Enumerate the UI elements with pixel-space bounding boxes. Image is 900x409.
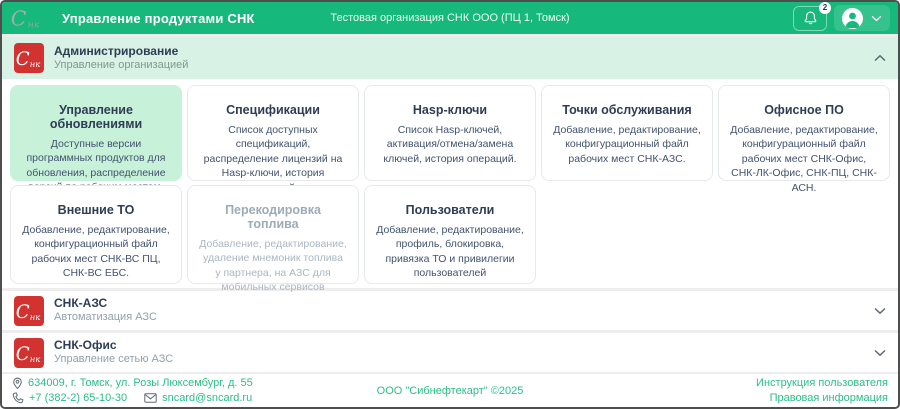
footer-phone-email-line: +7 (382-2) 65-10-30 sncard@sncard.ru	[12, 391, 253, 405]
section-snk-office[interactable]: С нк СНК-Офис Управление сетью АЗС	[2, 333, 898, 372]
card-specifications[interactable]: Спецификации Список доступных спецификац…	[187, 85, 359, 181]
chevron-up-icon[interactable]	[874, 54, 886, 62]
card-service-points[interactable]: Точки обслуживания Добавление, редактиро…	[541, 85, 713, 181]
organization-name: Тестовая организация СНК ООО (ПЦ 1, Томс…	[330, 12, 569, 24]
footer-address-line: 634009, г. Томск, ул. Розы Люксембург, д…	[12, 376, 253, 390]
footer: 634009, г. Томск, ул. Розы Люксембург, д…	[2, 374, 898, 407]
card-users[interactable]: Пользователи Добавление, редактирование,…	[364, 185, 536, 284]
card-description: Добавление, редактирование, профиль, бло…	[376, 223, 524, 281]
section-office-title: СНК-Офис	[54, 338, 173, 353]
user-manual-link[interactable]: Инструкция пользователя	[756, 376, 888, 390]
section-office-subtitle: Управление сетью АЗС	[54, 353, 173, 367]
section-snk-azs[interactable]: С нк СНК-АЗС Автоматизация АЗС	[2, 291, 898, 330]
bell-icon	[803, 10, 818, 26]
snk-logo-icon: С нк	[10, 4, 54, 32]
chevron-down-icon[interactable]	[874, 349, 886, 357]
svg-text:С: С	[16, 344, 30, 365]
card-office-software[interactable]: Офисное ПО Добавление, редактирование, к…	[718, 85, 890, 181]
card-description: Список Hasp-ключей, активация/отмена/зам…	[376, 123, 524, 166]
user-icon	[842, 8, 863, 29]
footer-email-wrap: sncard@sncard.ru	[144, 391, 252, 405]
card-title: Hasp-ключи	[376, 103, 524, 117]
app-window: С нк Управление продуктами СНК Тестовая …	[0, 0, 900, 409]
user-menu-button[interactable]	[834, 5, 890, 31]
svg-text:нк: нк	[28, 20, 40, 31]
card-description: Добавление, редактирование, конфигурацио…	[22, 223, 170, 281]
footer-phone[interactable]: +7 (382-2) 65-10-30	[29, 391, 127, 405]
section-office-titles: СНК-Офис Управление сетью АЗС	[54, 338, 173, 367]
section-admin-title: Администрирование	[54, 44, 188, 59]
footer-email[interactable]: sncard@sncard.ru	[162, 391, 252, 405]
section-admin-titles: Администрирование Управление организацие…	[54, 44, 188, 73]
snk-red-logo-icon: С нк	[14, 338, 44, 368]
card-title: Спецификации	[199, 103, 347, 117]
chevron-down-icon	[871, 15, 882, 22]
envelope-icon	[144, 393, 157, 403]
card-description: Добавление, редактирование, удаление мне…	[199, 237, 347, 295]
card-title: Перекодировка топлива	[199, 203, 347, 231]
snk-red-logo-icon: С нк	[14, 43, 44, 73]
card-title: Офисное ПО	[730, 103, 878, 117]
chevron-down-icon[interactable]	[874, 307, 886, 315]
snk-red-logo-icon: С нк	[14, 296, 44, 326]
footer-address: 634009, г. Томск, ул. Розы Люксембург, д…	[28, 376, 253, 390]
card-update-management[interactable]: Управление обновлениями Доступные версии…	[10, 85, 182, 181]
footer-contacts: 634009, г. Томск, ул. Розы Люксембург, д…	[12, 376, 253, 405]
card-description: Добавление, редактирование, конфигурацио…	[553, 123, 701, 166]
section-azs-subtitle: Автоматизация АЗС	[54, 311, 157, 325]
svg-text:нк: нк	[30, 354, 41, 364]
card-hasp-keys[interactable]: Hasp-ключи Список Hasp-ключей, активация…	[364, 85, 536, 181]
notification-count-badge: 2	[819, 2, 831, 14]
section-admin-subtitle: Управление организацией	[54, 59, 188, 73]
section-azs-titles: СНК-АЗС Автоматизация АЗС	[54, 296, 157, 325]
notifications-button[interactable]: 2	[793, 6, 827, 31]
avatar	[842, 8, 863, 29]
svg-text:нк: нк	[30, 59, 41, 69]
admin-modules-grid: Управление обновлениями Доступные версии…	[2, 79, 898, 288]
card-fuel-recoding: Перекодировка топлива Добавление, редакт…	[187, 185, 359, 284]
card-title: Управление обновлениями	[22, 103, 170, 131]
location-pin-icon	[12, 377, 23, 390]
card-description: Добавление, редактирование, конфигурацио…	[730, 123, 878, 195]
svg-text:С: С	[16, 302, 30, 323]
card-title: Внешние ТО	[22, 203, 170, 217]
svg-text:С: С	[16, 49, 30, 70]
footer-copyright: ООО "Сибнефтекарт" ©2025	[377, 385, 524, 397]
section-azs-title: СНК-АЗС	[54, 296, 157, 311]
header-actions: 2	[793, 5, 890, 31]
legal-info-link[interactable]: Правовая информация	[770, 391, 888, 405]
phone-icon	[12, 392, 24, 404]
footer-links: Инструкция пользователя Правовая информа…	[756, 376, 888, 405]
svg-text:нк: нк	[30, 312, 41, 322]
top-header: С нк Управление продуктами СНК Тестовая …	[2, 2, 898, 34]
app-title: Управление продуктами СНК	[62, 11, 255, 26]
section-administration[interactable]: С нк Администрирование Управление органи…	[2, 37, 898, 79]
svg-text:С: С	[11, 6, 27, 30]
card-external-to[interactable]: Внешние ТО Добавление, редактирование, к…	[10, 185, 182, 284]
card-title: Точки обслуживания	[553, 103, 701, 117]
card-title: Пользователи	[376, 203, 524, 217]
